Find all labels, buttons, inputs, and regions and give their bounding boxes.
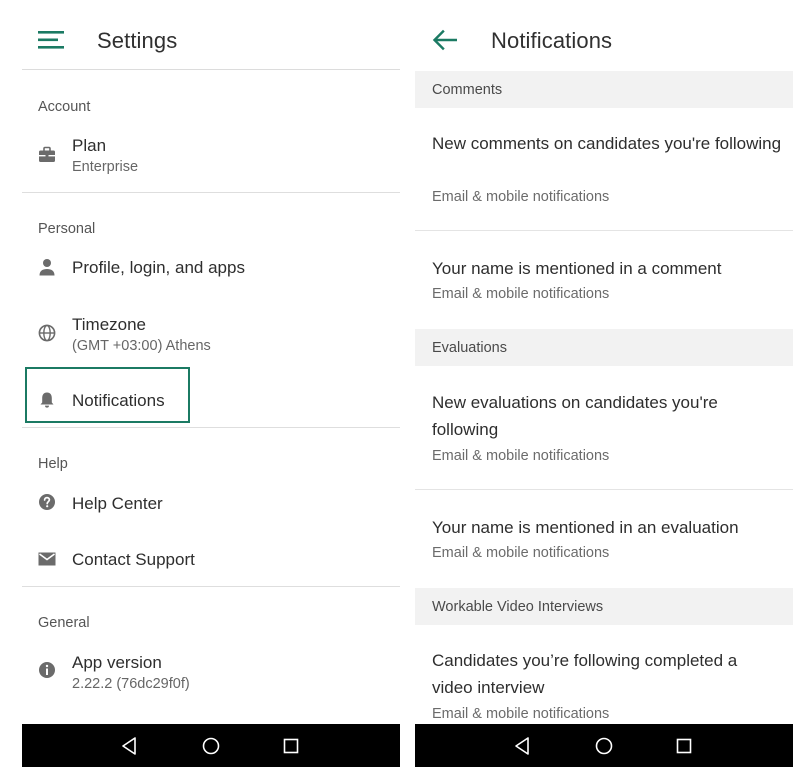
notifications-screen: Notifications Comments New comments on c… bbox=[415, 0, 793, 767]
notification-title: New comments on candidates you're follow… bbox=[432, 134, 782, 153]
briefcase-icon bbox=[39, 146, 55, 162]
notifications-header: Notifications bbox=[415, 0, 793, 70]
notification-channels: Email & mobile notifications bbox=[432, 189, 610, 205]
settings-item-help-center[interactable]: Help Center bbox=[22, 486, 400, 522]
divider bbox=[22, 192, 400, 193]
notification-title: New evaluations on candidates you're fol… bbox=[432, 393, 718, 439]
section-label: Comments bbox=[432, 82, 503, 98]
settings-screen: Settings Account Plan Enterprise Persona… bbox=[22, 0, 400, 767]
section-video-interviews: Workable Video Interviews bbox=[415, 588, 793, 625]
notification-item[interactable]: Candidates you’re following completed a … bbox=[415, 625, 793, 725]
question-icon bbox=[39, 494, 55, 510]
settings-item-label: Profile, login, and apps bbox=[72, 258, 245, 277]
notification-channels: Email & mobile notifications bbox=[432, 286, 610, 302]
arrow-left-icon[interactable] bbox=[432, 29, 458, 51]
settings-item-timezone[interactable]: Timezone (GMT +03:00) Athens bbox=[22, 308, 400, 360]
page-title: Notifications bbox=[491, 28, 613, 53]
system-nav-bar bbox=[22, 724, 400, 767]
back-triangle-icon[interactable] bbox=[119, 735, 141, 757]
notification-channels: Email & mobile notifications bbox=[432, 706, 610, 722]
section-comments: Comments bbox=[415, 71, 793, 108]
notification-channels: Email & mobile notifications bbox=[432, 448, 610, 464]
divider bbox=[22, 586, 400, 587]
notification-item[interactable]: Your name is mentioned in a comment Emai… bbox=[415, 231, 793, 328]
section-label: Workable Video Interviews bbox=[432, 599, 604, 615]
settings-item-label: Contact Support bbox=[72, 550, 195, 569]
info-icon bbox=[39, 662, 55, 678]
settings-item-notifications[interactable]: Notifications bbox=[22, 382, 400, 418]
bell-icon bbox=[40, 392, 54, 408]
divider bbox=[22, 427, 400, 428]
notification-item[interactable]: New comments on candidates you're follow… bbox=[415, 108, 793, 230]
settings-item-label: Notifications bbox=[72, 391, 165, 410]
recents-square-icon[interactable] bbox=[280, 735, 302, 757]
system-nav-bar bbox=[415, 724, 793, 767]
section-general: General bbox=[38, 615, 90, 631]
globe-icon bbox=[38, 324, 56, 342]
timezone-value: (GMT +03:00) Athens bbox=[72, 338, 211, 354]
home-circle-icon[interactable] bbox=[200, 735, 222, 757]
recents-square-icon[interactable] bbox=[673, 735, 695, 757]
notification-item[interactable]: New evaluations on candidates you're fol… bbox=[415, 366, 793, 488]
settings-item-label: Timezone bbox=[72, 315, 147, 334]
settings-item-contact-support[interactable]: Contact Support bbox=[22, 542, 400, 578]
person-icon bbox=[39, 259, 55, 276]
notification-title: Your name is mentioned in an evaluation bbox=[432, 518, 739, 537]
settings-header: Settings bbox=[22, 0, 400, 70]
notification-title: Your name is mentioned in a comment bbox=[432, 259, 722, 278]
notification-item[interactable]: Your name is mentioned in an evaluation … bbox=[415, 490, 793, 587]
app-version-value: 2.22.2 (76dc29f0f) bbox=[72, 676, 190, 692]
home-circle-icon[interactable] bbox=[593, 735, 615, 757]
notification-channels: Email & mobile notifications bbox=[432, 545, 610, 561]
section-evaluations: Evaluations bbox=[415, 329, 793, 366]
settings-item-label: Plan bbox=[72, 136, 107, 155]
settings-item-plan[interactable]: Plan Enterprise bbox=[22, 130, 400, 190]
mail-icon bbox=[38, 552, 56, 566]
settings-item-label: Help Center bbox=[72, 494, 163, 513]
plan-value: Enterprise bbox=[72, 159, 139, 175]
section-label: Evaluations bbox=[432, 340, 507, 356]
menu-icon[interactable] bbox=[38, 28, 64, 52]
section-account: Account bbox=[38, 99, 91, 115]
settings-item-profile[interactable]: Profile, login, and apps bbox=[22, 250, 400, 286]
notification-title: Candidates you’re following completed a … bbox=[432, 651, 738, 697]
page-title: Settings bbox=[97, 28, 178, 53]
section-help: Help bbox=[38, 456, 68, 472]
settings-item-label: App version bbox=[72, 653, 162, 672]
back-triangle-icon[interactable] bbox=[512, 735, 534, 757]
settings-item-app-version[interactable]: App version 2.22.2 (76dc29f0f) bbox=[22, 646, 400, 698]
section-personal: Personal bbox=[38, 221, 96, 237]
